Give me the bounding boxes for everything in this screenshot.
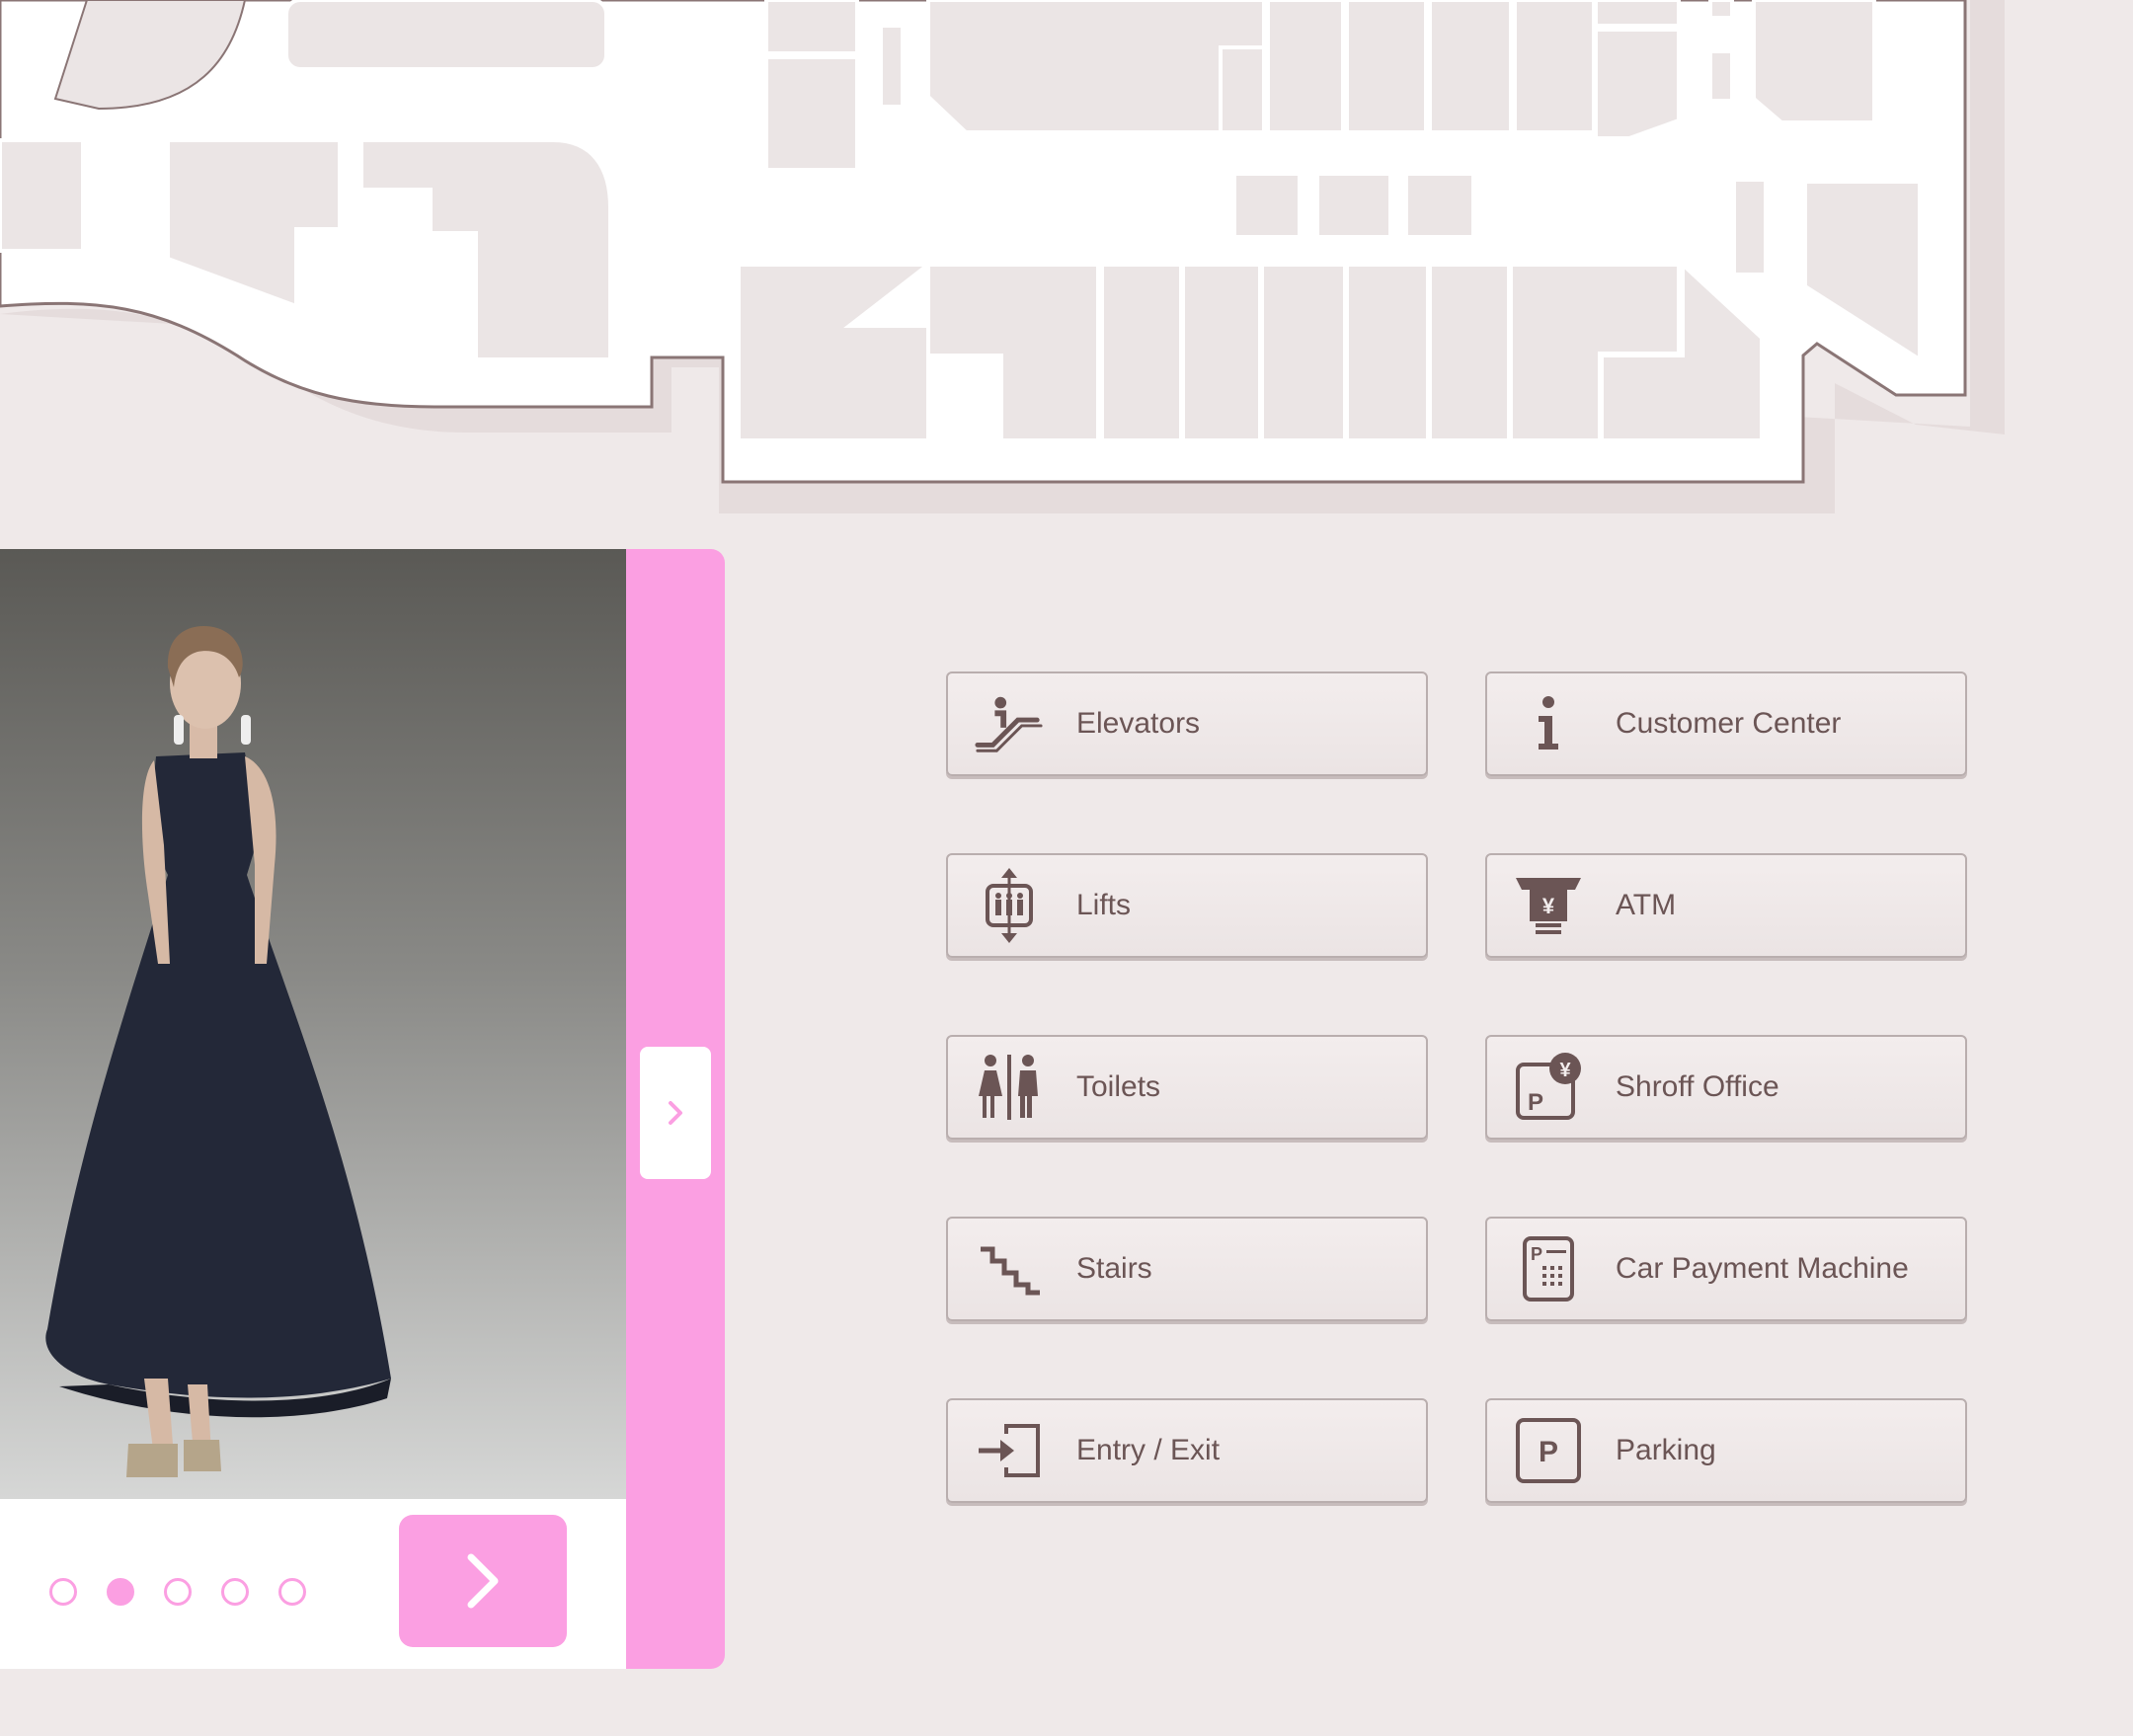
facility-label: Elevators [1076,707,1201,740]
stairs-icon [974,1233,1045,1304]
next-slide-button[interactable] [399,1515,567,1647]
chevron-right-icon [467,1553,499,1609]
pagination-dot[interactable] [278,1578,306,1606]
facility-label: Stairs [1076,1252,1152,1285]
facility-label: ATM [1616,889,1677,921]
promo-carousel [0,549,725,1669]
model-photo [0,549,626,1499]
facility-button-parking[interactable]: P Parking [1485,1398,1967,1503]
svg-text:P: P [1539,1436,1558,1468]
pagination-dot[interactable] [221,1578,249,1606]
facility-button-atm[interactable]: ¥ ATM [1485,853,1967,958]
escalator-icon [974,688,1045,759]
floor-map[interactable] [0,0,2133,533]
facility-label: Lifts [1076,889,1132,921]
facility-label: Customer Center [1616,707,1842,740]
facility-button-toilets[interactable]: Toilets [946,1035,1428,1140]
facility-label: Parking [1616,1434,1716,1466]
chevron-right-icon [669,1101,682,1125]
pagination-dot[interactable] [164,1578,192,1606]
facility-grid: Elevators Customer Center Lifts ¥ ATM To… [946,671,1969,1505]
parking-icon: P [1513,1415,1584,1486]
facility-button-elevators[interactable]: Elevators [946,671,1428,776]
pagination-dot[interactable] [107,1578,134,1606]
facility-button-car-payment-machine[interactable]: P Car Payment Machine [1485,1217,1967,1321]
facility-button-entry-exit[interactable]: Entry / Exit [946,1398,1428,1503]
svg-text:P: P [1531,1244,1542,1264]
facility-label: Car Payment Machine [1616,1252,1909,1285]
facility-button-shroff-office[interactable]: P ¥ Shroff Office [1485,1035,1967,1140]
facility-button-customer-center[interactable]: Customer Center [1485,671,1967,776]
facility-button-lifts[interactable]: Lifts [946,853,1428,958]
toilet-icon [974,1052,1045,1123]
car-payment-icon: P [1513,1233,1584,1304]
facility-label: Toilets [1076,1070,1161,1103]
facility-button-stairs[interactable]: Stairs [946,1217,1428,1321]
pagination-dot[interactable] [49,1578,77,1606]
facility-label: Entry / Exit [1076,1434,1221,1466]
side-next-button[interactable] [640,1047,711,1179]
svg-text:¥: ¥ [1559,1060,1571,1081]
promo-image[interactable] [0,549,626,1499]
svg-text:P: P [1528,1089,1543,1116]
shroff-icon: P ¥ [1513,1052,1584,1123]
lift-icon [974,868,1045,943]
pagination-dots [49,1578,306,1606]
atm-icon: ¥ [1513,870,1584,941]
svg-text:¥: ¥ [1542,894,1555,918]
info-icon [1513,688,1584,759]
entry-exit-icon [974,1415,1045,1486]
facility-label: Shroff Office [1616,1070,1779,1103]
